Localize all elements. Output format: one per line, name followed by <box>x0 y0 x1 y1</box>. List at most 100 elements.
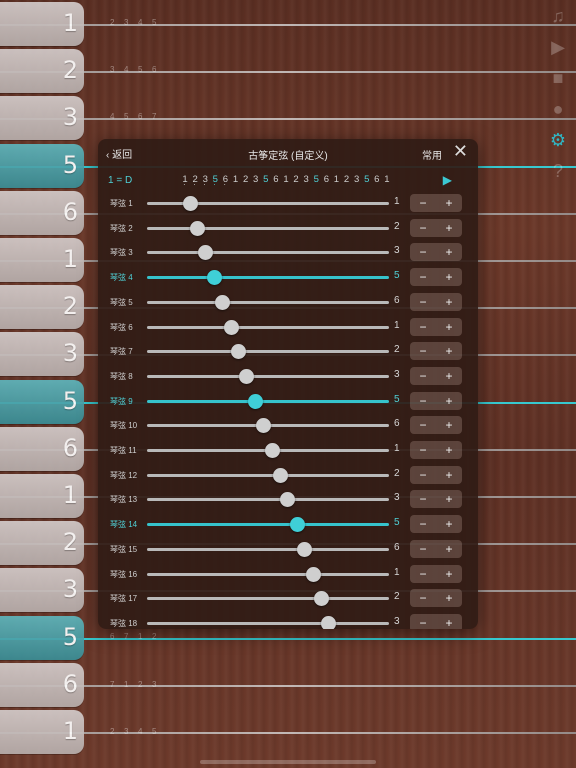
minus-button[interactable]: − <box>410 367 436 385</box>
pitch-slider-thumb[interactable] <box>313 591 329 607</box>
plus-button[interactable]: + <box>436 416 462 434</box>
string-key[interactable]: 3 <box>0 332 84 377</box>
minus-button[interactable]: − <box>410 318 436 336</box>
string-key[interactable]: 1 <box>0 474 84 518</box>
pitch-slider-thumb[interactable] <box>296 541 312 557</box>
pitch-slider[interactable] <box>147 473 389 477</box>
plus-button[interactable]: + <box>436 367 462 385</box>
string-line[interactable] <box>0 637 576 640</box>
pitch-slider-thumb[interactable] <box>255 418 271 434</box>
plus-button[interactable]: + <box>436 342 462 360</box>
pitch-slider[interactable] <box>147 523 389 527</box>
pitch-slider-thumb[interactable] <box>238 368 254 384</box>
minus-button[interactable]: − <box>410 614 436 629</box>
pitch-slider[interactable] <box>147 399 389 403</box>
pitch-slider[interactable] <box>147 572 389 576</box>
plus-button[interactable]: + <box>436 194 462 212</box>
play-icon[interactable]: ▶ <box>546 35 570 59</box>
string-line[interactable] <box>0 24 576 26</box>
plus-button[interactable]: + <box>436 441 462 459</box>
pitch-slider-thumb[interactable] <box>197 245 213 261</box>
minus-button[interactable]: − <box>410 565 436 583</box>
minus-button[interactable]: − <box>410 540 436 558</box>
string-line[interactable] <box>0 71 576 74</box>
pitch-slider-thumb[interactable] <box>183 196 199 211</box>
minus-button[interactable]: − <box>410 490 436 508</box>
string-key[interactable]: 6 <box>0 426 84 471</box>
pitch-slider-thumb[interactable] <box>248 393 264 409</box>
string-key[interactable]: 1 <box>0 238 84 282</box>
pitch-slider-thumb[interactable] <box>321 615 336 629</box>
minus-button[interactable]: − <box>410 466 436 484</box>
close-icon[interactable]: ✕ <box>453 142 468 160</box>
minus-button[interactable]: − <box>410 515 436 533</box>
pitch-slider-thumb[interactable] <box>190 220 206 236</box>
music-note-icon[interactable]: ♫ <box>546 4 570 28</box>
minus-button[interactable]: − <box>410 441 436 459</box>
play-preview-icon[interactable]: ▶ <box>443 173 452 187</box>
pitch-slider-thumb[interactable] <box>306 566 322 582</box>
pitch-slider-thumb[interactable] <box>289 517 305 533</box>
plus-button[interactable]: + <box>436 392 462 410</box>
string-key[interactable]: 3 <box>0 96 84 141</box>
pitch-slider-thumb[interactable] <box>272 467 288 483</box>
key-signature[interactable]: 1 = D <box>108 175 132 186</box>
minus-button[interactable]: − <box>410 194 436 212</box>
pitch-slider[interactable] <box>147 350 389 354</box>
plus-button[interactable]: + <box>436 243 462 261</box>
minus-button[interactable]: − <box>410 268 436 286</box>
plus-button[interactable]: + <box>436 589 462 607</box>
string-line[interactable] <box>0 118 576 121</box>
string-key[interactable]: 5 <box>0 615 84 660</box>
gear-icon[interactable]: ⚙ <box>546 128 570 152</box>
pitch-slider[interactable] <box>147 325 389 329</box>
pitch-slider[interactable] <box>147 374 389 378</box>
string-key[interactable]: 2 <box>0 49 84 94</box>
minus-button[interactable]: − <box>410 243 436 261</box>
help-icon[interactable]: ? <box>546 159 570 183</box>
minus-button[interactable]: − <box>410 293 436 311</box>
string-line[interactable] <box>0 684 576 687</box>
string-key[interactable]: 5 <box>0 379 84 424</box>
record-icon[interactable]: ● <box>546 97 570 121</box>
plus-button[interactable]: + <box>436 565 462 583</box>
string-key[interactable]: 2 <box>0 521 84 566</box>
plus-button[interactable]: + <box>436 318 462 336</box>
string-key[interactable]: 5 <box>0 143 84 188</box>
pitch-slider-thumb[interactable] <box>231 344 247 360</box>
plus-button[interactable]: + <box>436 540 462 558</box>
pitch-slider[interactable] <box>147 226 389 230</box>
pitch-slider-thumb[interactable] <box>279 492 295 508</box>
plus-button[interactable]: + <box>436 466 462 484</box>
string-key[interactable]: 1 <box>0 710 84 754</box>
minus-button[interactable]: − <box>410 416 436 434</box>
pitch-slider[interactable] <box>147 276 389 280</box>
plus-button[interactable]: + <box>436 219 462 237</box>
plus-button[interactable]: + <box>436 268 462 286</box>
string-line[interactable] <box>0 732 576 734</box>
plus-button[interactable]: + <box>436 490 462 508</box>
pitch-slider[interactable] <box>147 300 389 304</box>
minus-button[interactable]: − <box>410 342 436 360</box>
plus-button[interactable]: + <box>436 515 462 533</box>
pitch-slider-thumb[interactable] <box>224 319 240 335</box>
string-key[interactable]: 6 <box>0 662 84 707</box>
pitch-slider[interactable] <box>147 547 389 551</box>
plus-button[interactable]: + <box>436 614 462 629</box>
minus-button[interactable]: − <box>410 392 436 410</box>
pitch-slider-thumb[interactable] <box>207 270 223 286</box>
pitch-slider[interactable] <box>147 251 389 255</box>
string-key[interactable]: 3 <box>0 568 84 613</box>
minus-button[interactable]: − <box>410 589 436 607</box>
string-key[interactable]: 6 <box>0 190 84 235</box>
pitch-slider-thumb[interactable] <box>214 294 230 310</box>
string-key[interactable]: 2 <box>0 285 84 330</box>
pitch-slider[interactable] <box>147 498 389 502</box>
string-key[interactable]: 1 <box>0 2 84 46</box>
common-button[interactable]: 常用 <box>422 147 442 162</box>
plus-button[interactable]: + <box>436 293 462 311</box>
pitch-slider[interactable] <box>147 621 389 625</box>
stop-icon[interactable]: ■ <box>546 66 570 90</box>
pitch-slider-thumb[interactable] <box>265 443 281 458</box>
minus-button[interactable]: − <box>410 219 436 237</box>
